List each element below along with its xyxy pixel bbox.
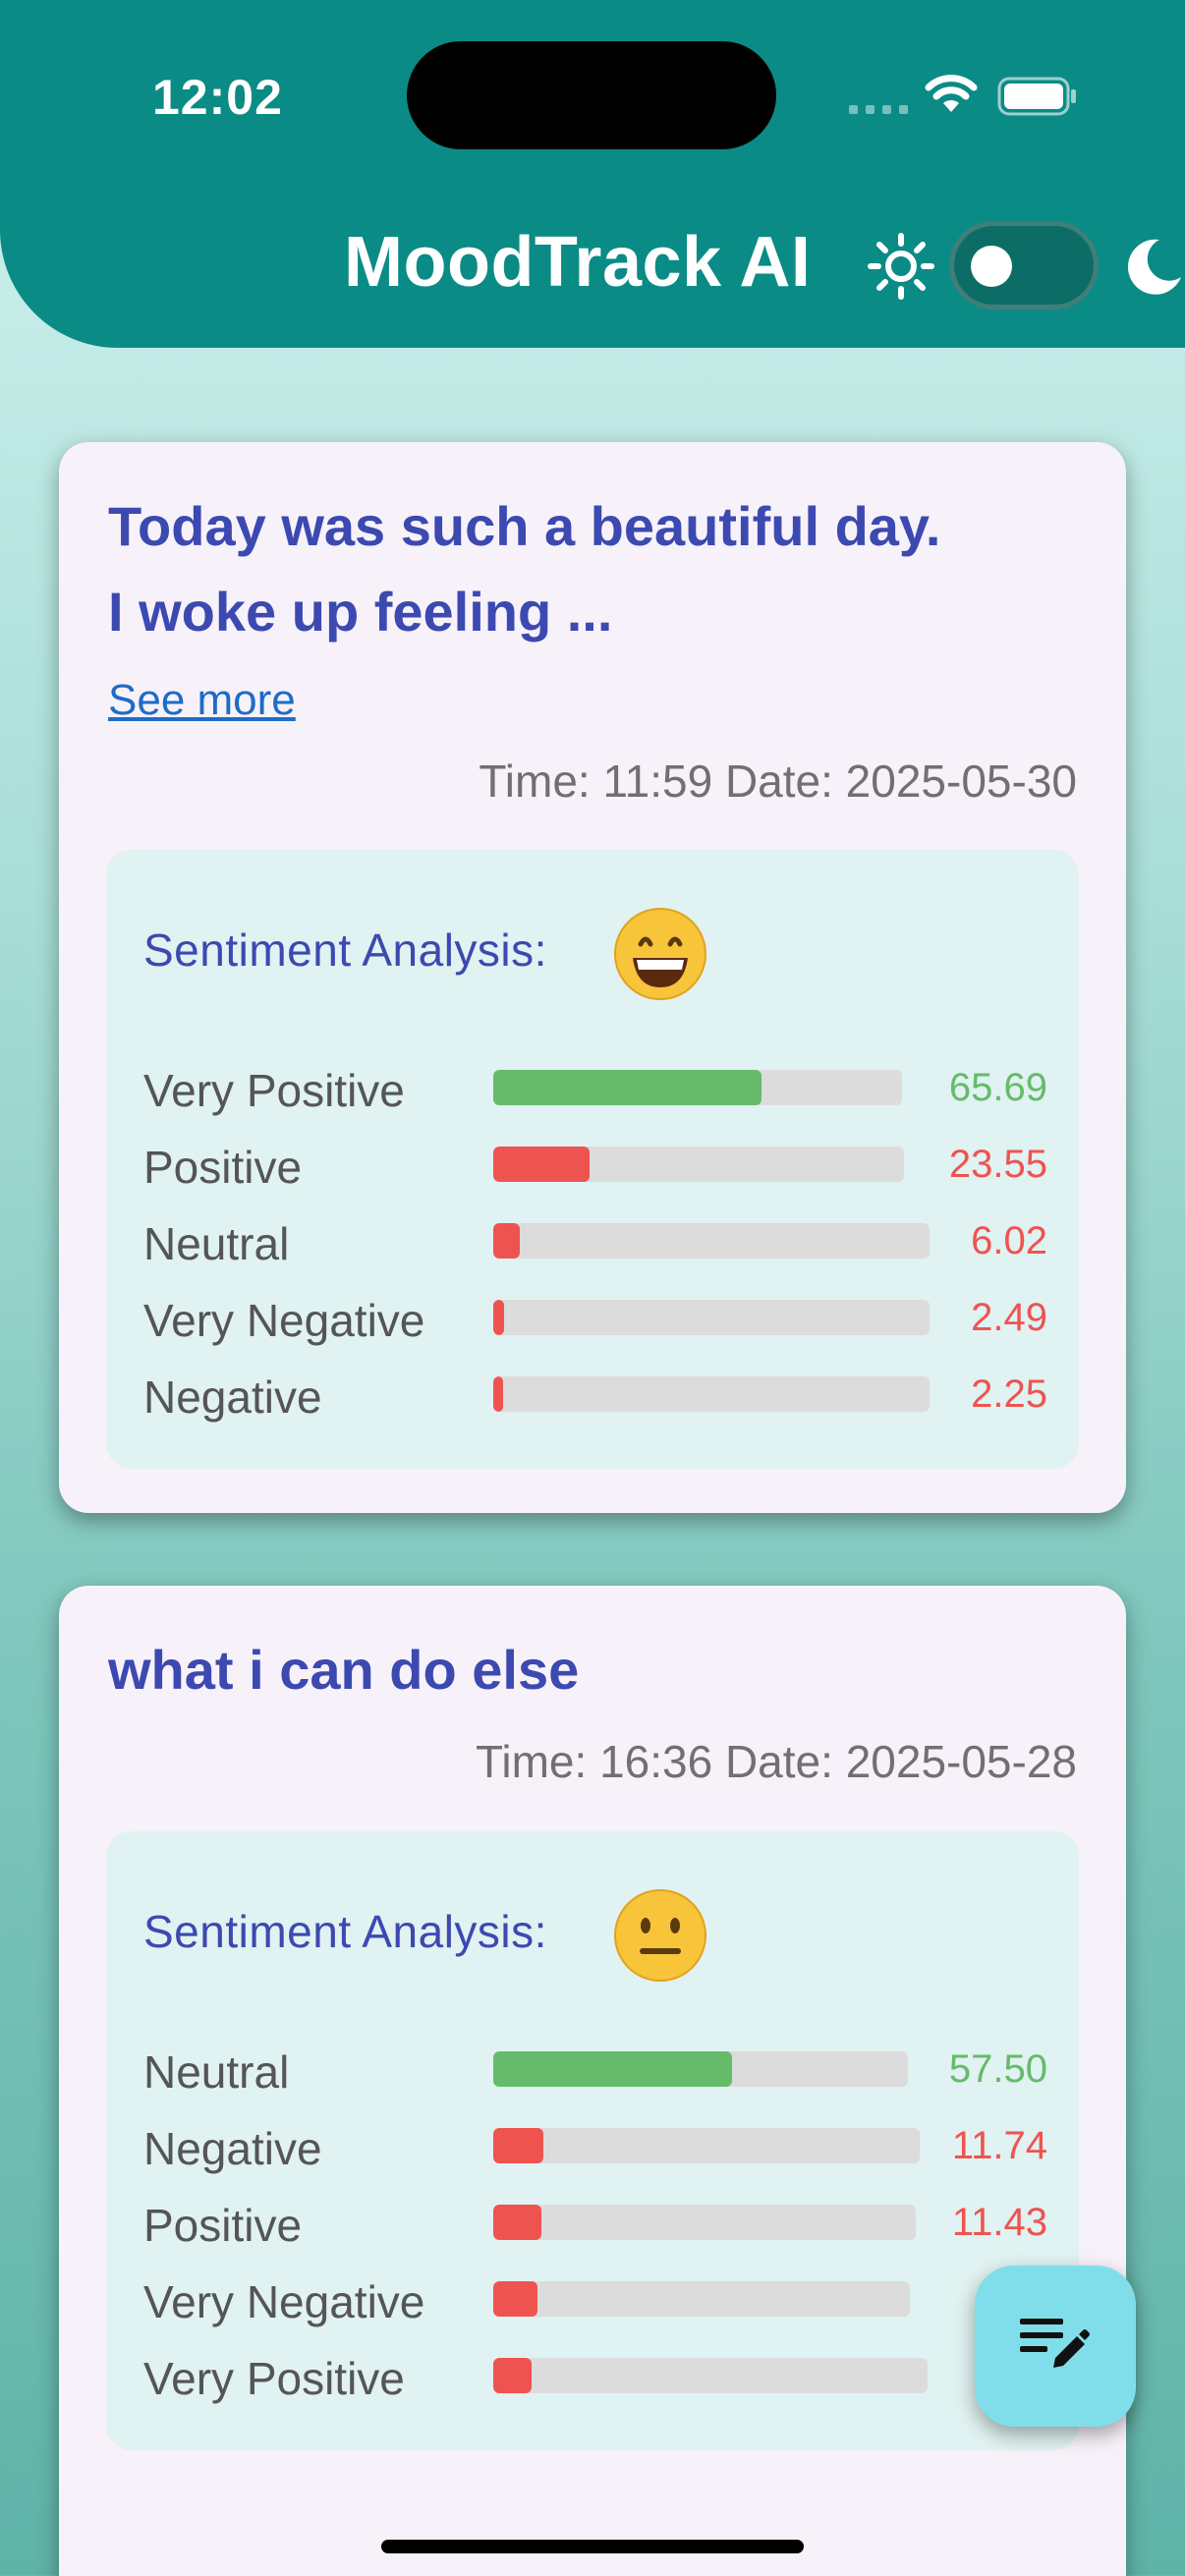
sentiment-value: 2.25 [971,1372,1047,1416]
entry-text-line: Today was such a beautiful day. [108,495,941,557]
sentiment-label: Neutral [143,2046,290,2098]
sentiment-value: 23.55 [948,1143,1047,1186]
entry-timestamp: Time: 11:59 Date: 2025-05-30 [479,756,1077,807]
sentiment-panel: Sentiment Analysis: Neutral 57.50 Negative… [106,1831,1079,2450]
sentiment-label: Positive [143,1142,303,1193]
status-time: 12:02 [152,70,283,125]
dynamic-island [407,41,776,149]
sentiment-bar-fill [493,1223,520,1259]
sentiment-bar-fill [493,1300,505,1335]
grinning-face-icon [614,908,706,1000]
sentiment-row: Neutral 6.02 [143,1209,1047,1269]
sentiment-value: 2.49 [971,1296,1047,1339]
see-more-link[interactable]: See more [108,676,296,725]
sentiment-row: Positive 23.55 [143,1133,1047,1193]
entry-text: what i can do else [108,1639,580,1701]
sentiment-label: Negative [143,2123,322,2174]
sentiment-panel: Sentiment Analysis: Very Positive 65.69 Po… [106,850,1079,1469]
sentiment-bar-fill [493,2051,732,2087]
sentiment-label: Neutral [143,1218,290,1269]
sentiment-bar-track [493,2128,920,2163]
edit-note-icon [1020,2319,1090,2368]
sentiment-bar-track [493,2281,910,2317]
new-entry-button[interactable] [975,2266,1136,2427]
sentiment-row: Very Positive 65.69 [143,1056,1047,1116]
entry-text-line: I woke up feeling ... [108,581,613,643]
sentiment-title: Sentiment Analysis: [143,924,547,976]
cellular-signal-icon [849,102,908,116]
wifi-icon [925,75,978,112]
sentiment-row: Negative 11.74 [143,2114,1047,2174]
sentiment-row: Negative 2.25 [143,1363,1047,1423]
sentiment-bar-fill [493,2358,532,2393]
sentiment-bar-fill [493,1070,762,1105]
sentiment-bar-fill [493,2281,537,2317]
sentiment-bar-track [493,2358,928,2393]
sentiment-label: Positive [143,2200,303,2251]
sentiment-row: Neutral 57.50 [143,2038,1047,2098]
sentiment-bar-track [493,1147,904,1182]
app-bar: 12:02 MoodTrack AI [0,0,1185,348]
neutral-face-icon [614,1889,706,1982]
sentiment-value: 11.74 [951,2124,1047,2167]
sentiment-label: Very Negative [143,2276,425,2327]
sentiment-label: Very Positive [143,2353,405,2404]
sentiment-value: 57.50 [948,2047,1047,2091]
sentiment-label: Very Positive [143,1065,405,1116]
sentiment-bar-track [493,1300,930,1335]
sun-icon [868,233,934,300]
home-indicator [381,2540,804,2553]
journal-entry-card[interactable]: Today was such a beautiful day. I woke u… [59,442,1126,1513]
sentiment-label: Negative [143,1372,322,1423]
sentiment-row: Very Positive8 [143,2344,1047,2404]
entry-text: Today was such a beautiful day. I woke u… [108,483,1091,654]
sentiment-label: Very Negative [143,1295,425,1346]
theme-toggle[interactable] [949,221,1099,309]
sentiment-title: Sentiment Analysis: [143,1906,547,1957]
sentiment-bar-fill [493,2205,542,2240]
entry-timestamp: Time: 16:36 Date: 2025-05-28 [476,1736,1077,1787]
sentiment-value: 6.02 [971,1219,1047,1262]
sentiment-row: Very Negative 2.49 [143,1286,1047,1346]
sentiment-bar-fill [493,2128,543,2163]
sentiment-bar-track [493,1070,902,1105]
toggle-knob [971,246,1012,287]
sentiment-bar-track [493,1223,930,1259]
sentiment-bar-track [493,2051,908,2087]
battery-icon [997,77,1076,116]
moon-icon [1127,239,1181,295]
sentiment-row: Positive 11.43 [143,2191,1047,2251]
sentiment-bar-fill [493,1147,591,1182]
sentiment-bar-fill [493,1376,503,1412]
sentiment-row: Very Negative10 [143,2268,1047,2327]
sentiment-value: 65.69 [948,1066,1047,1109]
app-title: MoodTrack AI [344,223,812,302]
sentiment-value: 11.43 [951,2201,1047,2244]
sentiment-bar-track [493,1376,930,1412]
journal-entry-card[interactable]: what i can do else Time: 16:36 Date: 202… [59,1586,1126,2576]
sentiment-bar-track [493,2205,916,2240]
